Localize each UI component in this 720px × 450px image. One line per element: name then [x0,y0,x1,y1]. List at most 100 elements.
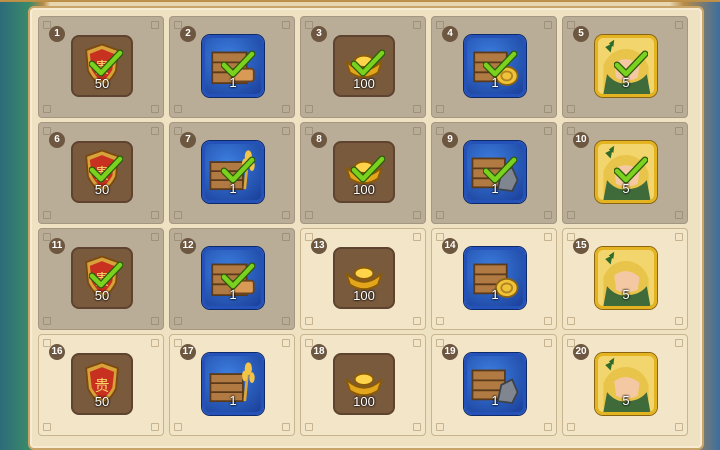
slot-corner [305,127,313,135]
slot-corner [413,423,421,431]
slot-corner [174,105,182,113]
reward-slot[interactable]: 1 贵 50 [38,16,164,118]
reward-item[interactable]: 5 [595,141,657,203]
slot-number: 4 [442,26,458,42]
slot-corner [305,105,313,113]
slot-corner [282,317,290,325]
reward-item[interactable]: 1 [202,353,264,415]
claimed-check-icon [89,261,123,289]
reward-item[interactable]: 贵 50 [71,247,133,309]
reward-item[interactable]: 贵 50 [71,141,133,203]
reward-slot[interactable]: 4 1 [431,16,557,118]
reward-item[interactable]: 贵 50 [71,353,133,415]
reward-slot[interactable]: 10 5 [562,122,688,224]
slot-corner [305,423,313,431]
slot-number: 9 [442,132,458,148]
reward-item[interactable]: 5 [595,353,657,415]
reward-slot[interactable]: 19 1 [431,334,557,436]
slot-corner [282,21,290,29]
slot-corner [567,105,575,113]
slot-corner [675,21,683,29]
slot-corner [282,127,290,135]
slot-number: 20 [573,344,589,360]
reward-item[interactable]: 100 [333,35,395,97]
slot-number: 15 [573,238,589,254]
reward-quantity: 1 [229,181,237,196]
slot-corner [43,211,51,219]
slot-corner [544,317,552,325]
claimed-check-icon [614,50,648,78]
reward-quantity: 50 [94,182,110,197]
slot-corner [305,339,313,347]
slot-corner [675,127,683,135]
reward-item[interactable]: 100 [333,247,395,309]
reward-slot[interactable]: 8 100 [300,122,426,224]
claimed-check-icon [483,50,517,78]
reward-item[interactable]: 1 [464,35,526,97]
slot-corner [675,233,683,241]
reward-item[interactable]: 1 [464,353,526,415]
slot-number: 1 [49,26,65,42]
reward-quantity: 1 [491,393,499,408]
reward-slot[interactable]: 11 贵 50 [38,228,164,330]
slot-corner [282,339,290,347]
reward-item[interactable]: 1 [202,35,264,97]
slot-corner [43,317,51,325]
reward-slot[interactable]: 15 5 [562,228,688,330]
slot-corner [544,105,552,113]
slot-number: 6 [49,132,65,148]
reward-slot[interactable]: 6 贵 50 [38,122,164,224]
slot-number: 18 [311,344,327,360]
reward-item[interactable]: 1 [464,247,526,309]
slot-corner [282,423,290,431]
reward-quantity: 100 [353,182,375,197]
reward-quantity: 50 [94,394,110,409]
reward-slot[interactable]: 7 1 [169,122,295,224]
reward-item[interactable]: 5 [595,247,657,309]
slot-corner [305,233,313,241]
reward-item[interactable]: 1 [202,247,264,309]
slot-corner [43,105,51,113]
reward-slot[interactable]: 5 5 [562,16,688,118]
claimed-check-icon [221,262,255,290]
reward-quantity: 100 [353,288,375,303]
slot-number: 14 [442,238,458,254]
slot-corner [544,127,552,135]
slot-corner [544,211,552,219]
reward-item[interactable]: 100 [333,141,395,203]
reward-slot[interactable]: 12 1 [169,228,295,330]
reward-item[interactable]: 100 [333,353,395,415]
reward-slot[interactable]: 18 100 [300,334,426,436]
slot-corner [282,211,290,219]
reward-slot[interactable]: 16 贵 50 [38,334,164,436]
slot-corner [174,317,182,325]
claimed-check-icon [351,49,385,77]
slot-corner [151,211,159,219]
slot-corner [282,105,290,113]
slot-corner [567,127,575,135]
reward-item[interactable]: 贵 50 [71,35,133,97]
reward-item[interactable]: 1 [464,141,526,203]
claimed-check-icon [89,49,123,77]
slot-corner [174,233,182,241]
slot-number: 8 [311,132,327,148]
reward-slot[interactable]: 13 100 [300,228,426,330]
reward-slot[interactable]: 17 1 [169,334,295,436]
reward-quantity: 1 [491,287,499,302]
slot-corner [567,211,575,219]
reward-item[interactable]: 1 [202,141,264,203]
slot-corner [174,127,182,135]
slot-corner [151,127,159,135]
reward-item[interactable]: 5 [595,35,657,97]
reward-slot[interactable]: 2 1 [169,16,295,118]
reward-slot[interactable]: 9 1 [431,122,557,224]
reward-slot[interactable]: 20 5 [562,334,688,436]
reward-slot[interactable]: 3 100 [300,16,426,118]
slot-corner [544,339,552,347]
reward-slot[interactable]: 14 1 [431,228,557,330]
slot-corner [436,233,444,241]
claimed-check-icon [351,155,385,183]
slot-corner [675,317,683,325]
slot-number: 3 [311,26,327,42]
slot-corner [436,127,444,135]
